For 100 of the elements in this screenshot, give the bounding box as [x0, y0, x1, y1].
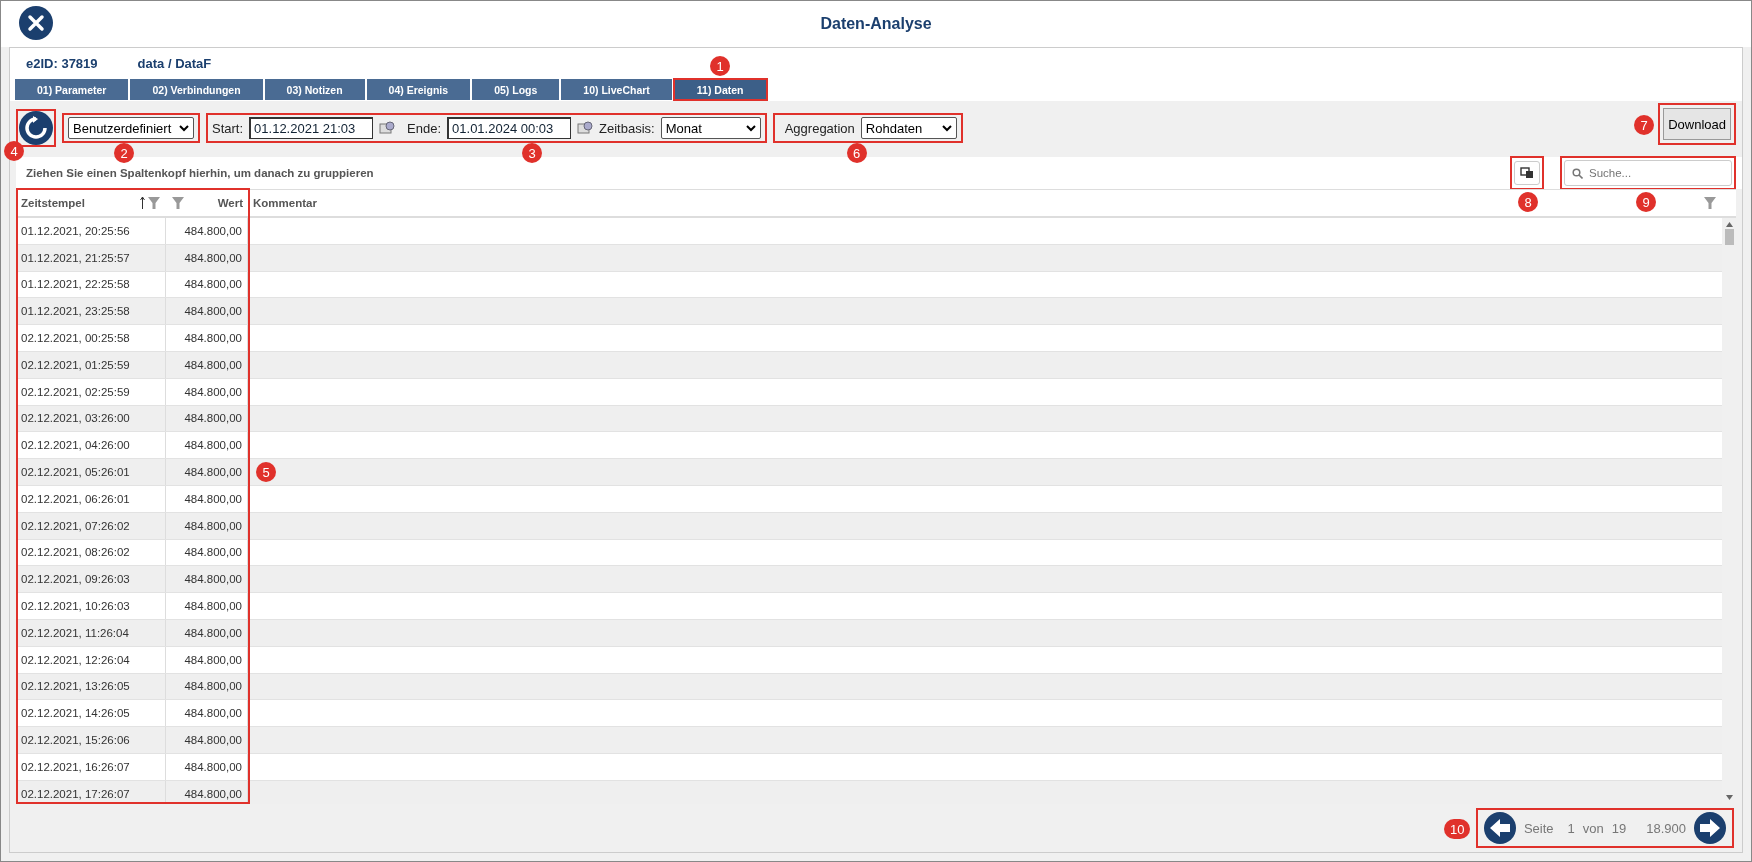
timestamp-cell: 02.12.2021, 13:26:05 [16, 673, 166, 700]
value-cell: 484.800,00 [166, 325, 248, 351]
end-date-field[interactable]: 01.01.2024 00:03 [447, 117, 572, 139]
value-cell: 484.800,00 [166, 459, 248, 485]
callout-badge: 2 [114, 143, 134, 163]
tab[interactable]: 01) Parameter [14, 78, 130, 101]
value-cell: 484.800,00 [166, 244, 248, 271]
timestamp-cell: 02.12.2021, 07:26:02 [16, 512, 166, 539]
calendar-icon[interactable] [379, 121, 396, 135]
value-cell: 484.800,00 [166, 700, 248, 727]
timestamp-cell: 02.12.2021, 14:26:05 [16, 700, 166, 727]
filter-icon[interactable] [171, 196, 185, 210]
value-cell: 484.800,00 [166, 432, 248, 459]
calendar-icon[interactable] [577, 121, 594, 135]
value-cell: 484.800,00 [166, 727, 248, 753]
filter-icon[interactable] [147, 196, 161, 210]
value-cell: 484.800,00 [166, 566, 248, 593]
timestamp-cell: 02.12.2021, 05:26:01 [16, 459, 166, 485]
time-basis-select[interactable]: Monat [660, 117, 761, 139]
callout-badge: 4 [4, 141, 24, 161]
end-label: Ende: [407, 120, 442, 136]
page-label: Seite [1523, 820, 1554, 836]
page-of-label: von [1582, 820, 1604, 836]
callout-badge: 3 [522, 143, 542, 163]
arrow-left-icon [1488, 818, 1511, 838]
timestamp-cell: 02.12.2021, 01:25:59 [16, 352, 166, 378]
timestamp-cell: 02.12.2021, 11:26:04 [16, 619, 166, 646]
timestamp-cell: 01.12.2021, 22:25:58 [16, 271, 166, 298]
tab[interactable]: 02) Verbindungen [129, 78, 264, 101]
refresh-icon [24, 116, 48, 140]
sort-ascending-icon [140, 196, 145, 210]
timestamp-cell: 02.12.2021, 09:26:03 [16, 566, 166, 593]
chevron-down-icon [745, 124, 756, 132]
filter-icon[interactable] [1703, 196, 1717, 210]
timestamp-cell: 02.12.2021, 16:26:07 [16, 753, 166, 780]
callout-badge: 6 [846, 143, 867, 163]
aggregation-label: Aggregation [784, 120, 855, 136]
tab[interactable]: 04) Ereignis [365, 78, 472, 101]
aggregation-select[interactable]: Rohdaten [860, 117, 957, 139]
timestamp-cell: 02.12.2021, 04:26:00 [16, 432, 166, 459]
column-header[interactable]: Wert [217, 197, 243, 209]
total-count: 18.900 [1646, 820, 1686, 836]
value-cell: 484.800,00 [166, 753, 248, 780]
scroll-down-icon[interactable] [1725, 795, 1733, 800]
data-path: data / DataF [137, 55, 212, 71]
value-cell: 484.800,00 [166, 485, 248, 512]
timestamp-cell: 01.12.2021, 23:25:58 [16, 298, 166, 325]
timestamp-cell: 02.12.2021, 06:26:01 [16, 485, 166, 512]
next-page-button[interactable] [1694, 812, 1726, 844]
value-cell: 484.800,00 [166, 780, 248, 804]
column-chooser-icon [1520, 167, 1534, 179]
timestamp-cell: 02.12.2021, 10:26:03 [16, 593, 166, 619]
value-cell: 484.800,00 [166, 646, 248, 673]
chevron-down-icon [941, 124, 952, 132]
value-cell: 484.800,00 [166, 405, 248, 432]
value-cell: 484.800,00 [166, 512, 248, 539]
start-date-field[interactable]: 01.12.2021 21:03 [249, 117, 374, 139]
timestamp-cell: 02.12.2021, 03:26:00 [16, 405, 166, 432]
value-cell: 484.800,00 [166, 271, 248, 298]
scrollbar-thumb[interactable] [1724, 229, 1734, 245]
tab[interactable]: 05) Logs [471, 78, 561, 101]
value-cell: 484.800,00 [166, 378, 248, 405]
value-cell: 484.800,00 [166, 619, 248, 646]
tab[interactable]: 10) LiveChart [560, 78, 673, 101]
search-icon [1572, 168, 1583, 179]
column-header[interactable]: Kommentar [253, 197, 317, 209]
id-label: e2ID: 37819 [26, 55, 98, 71]
timestamp-cell: 02.12.2021, 08:26:02 [16, 539, 166, 566]
time-basis-label: Zeitbasis: [599, 120, 655, 136]
arrow-right-icon [1699, 818, 1721, 838]
group-hint: Ziehen Sie einen Spaltenkopf hierhin, um danach zu gruppieren [26, 167, 374, 179]
chevron-down-icon [179, 124, 189, 132]
scroll-up-icon[interactable] [1725, 222, 1733, 227]
timestamp-cell: 01.12.2021, 21:25:57 [16, 244, 166, 271]
column-header[interactable]: Zeitstempel [21, 197, 85, 209]
close-button[interactable] [19, 6, 53, 40]
value-cell: 484.800,00 [166, 539, 248, 566]
previous-page-button[interactable] [1483, 812, 1516, 844]
value-cell: 484.800,00 [166, 593, 248, 619]
value-cell: 484.800,00 [166, 298, 248, 325]
start-label: Start: [212, 120, 244, 136]
search-field[interactable]: Suche... [1564, 160, 1732, 186]
page-count: 19 [1611, 820, 1627, 836]
page-number: 1 [1567, 820, 1575, 836]
callout-badge: 7 [1634, 115, 1655, 135]
range-select[interactable]: Benutzerdefiniert [68, 117, 194, 139]
timestamp-cell: 02.12.2021, 02:25:59 [16, 378, 166, 405]
download-button[interactable]: Download [1663, 108, 1731, 140]
timestamp-cell: 02.12.2021, 12:26:04 [16, 646, 166, 673]
close-icon [27, 14, 45, 32]
callout-badge: 10 [1443, 819, 1471, 839]
tab[interactable]: 11) Daten [672, 78, 768, 101]
timestamp-cell: 02.12.2021, 00:25:58 [16, 325, 166, 351]
timestamp-cell: 02.12.2021, 15:26:06 [16, 727, 166, 753]
value-cell: 484.800,00 [166, 352, 248, 378]
timestamp-cell: 01.12.2021, 20:25:56 [16, 218, 166, 244]
value-cell: 484.800,00 [166, 218, 248, 244]
tab[interactable]: 03) Notizen [263, 78, 366, 101]
window-title: Daten-Analyse [820, 15, 932, 33]
timestamp-cell: 02.12.2021, 17:26:07 [16, 780, 166, 804]
